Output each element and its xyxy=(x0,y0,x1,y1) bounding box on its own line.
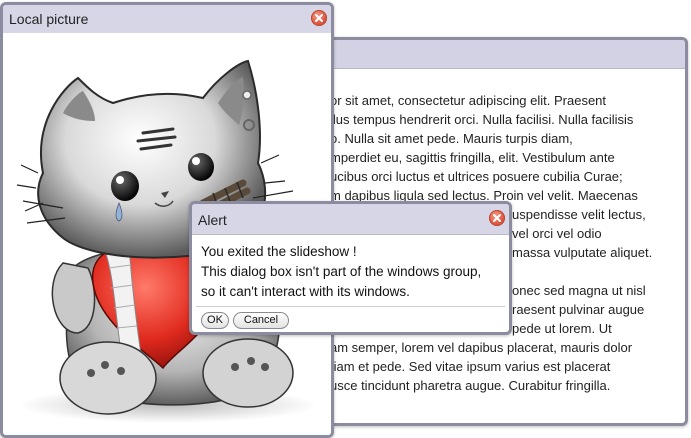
text-line: am semper, lorem vel dapibus placerat, m… xyxy=(330,340,633,355)
cancel-button[interactable]: Cancel xyxy=(233,312,289,329)
alert-message-line: You exited the slideshow ! xyxy=(201,244,357,259)
picture-window-title: Local picture xyxy=(9,11,89,27)
ok-button[interactable]: OK xyxy=(201,312,229,329)
text-line: tiam et pede. Sed vitae ipsum varius est… xyxy=(330,359,611,374)
alert-message-line: so it can't interact with its windows. xyxy=(201,284,410,299)
alert-message: You exited the slideshow ! This dialog b… xyxy=(201,242,481,302)
text-line: o. Nulla sit amet pede. Mauris turpis di… xyxy=(330,131,573,146)
text-window-titlebar[interactable] xyxy=(325,40,685,69)
text-line: or sit amet, consectetur adipiscing elit… xyxy=(330,93,607,108)
text-line: mperdiet eu, sagittis fringilla, elit. V… xyxy=(330,150,615,165)
picture-window-titlebar[interactable]: Local picture xyxy=(3,5,331,34)
text-line: ucibus orci luctus et ultrices posuere c… xyxy=(330,169,623,184)
close-icon[interactable] xyxy=(489,210,505,226)
alert-message-line: This dialog box isn't part of the window… xyxy=(201,264,482,279)
divider xyxy=(196,306,505,307)
alert-dialog[interactable]: Alert You exited the slideshow ! This di… xyxy=(189,201,512,335)
alert-title: Alert xyxy=(198,212,227,228)
text-line: llus tempus hendrerit orci. Nulla facili… xyxy=(330,112,634,127)
text-line: usce tincidunt pharetra augue. Curabitur… xyxy=(330,378,611,393)
alert-titlebar[interactable]: Alert xyxy=(192,204,509,235)
close-icon[interactable] xyxy=(311,10,327,26)
